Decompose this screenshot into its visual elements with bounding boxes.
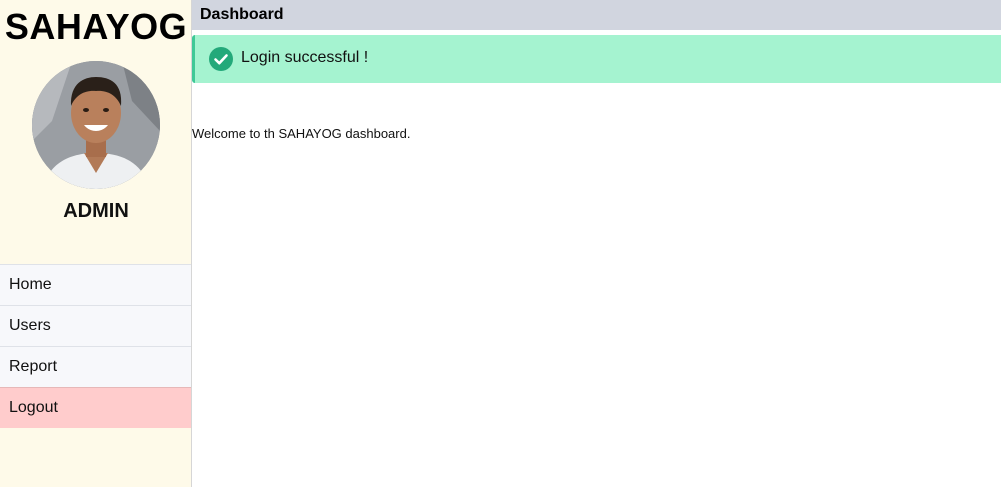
sidebar-nav: Home Users Report Logout <box>0 264 191 428</box>
success-alert: Login successful ! <box>192 35 1001 83</box>
user-role: ADMIN <box>63 200 129 222</box>
avatar <box>32 61 160 189</box>
user-avatar-icon <box>32 61 160 189</box>
sidebar-item-users[interactable]: Users <box>0 305 191 346</box>
sidebar-item-logout[interactable]: Logout <box>0 387 191 428</box>
sidebar-item-report[interactable]: Report <box>0 346 191 387</box>
alert-message: Login successful ! <box>241 49 369 66</box>
check-circle-icon <box>209 47 233 71</box>
welcome-text: Welcome to th SAHAYOG dashboard. <box>192 126 411 141</box>
top-bar: Dashboard <box>192 0 1001 30</box>
brand-title: SAHAYOG <box>4 6 188 47</box>
sidebar: SAHAYOG ADMIN Home Users Report Logout <box>0 0 192 487</box>
page-title: Dashboard <box>200 6 284 23</box>
sidebar-item-home[interactable]: Home <box>0 264 191 305</box>
